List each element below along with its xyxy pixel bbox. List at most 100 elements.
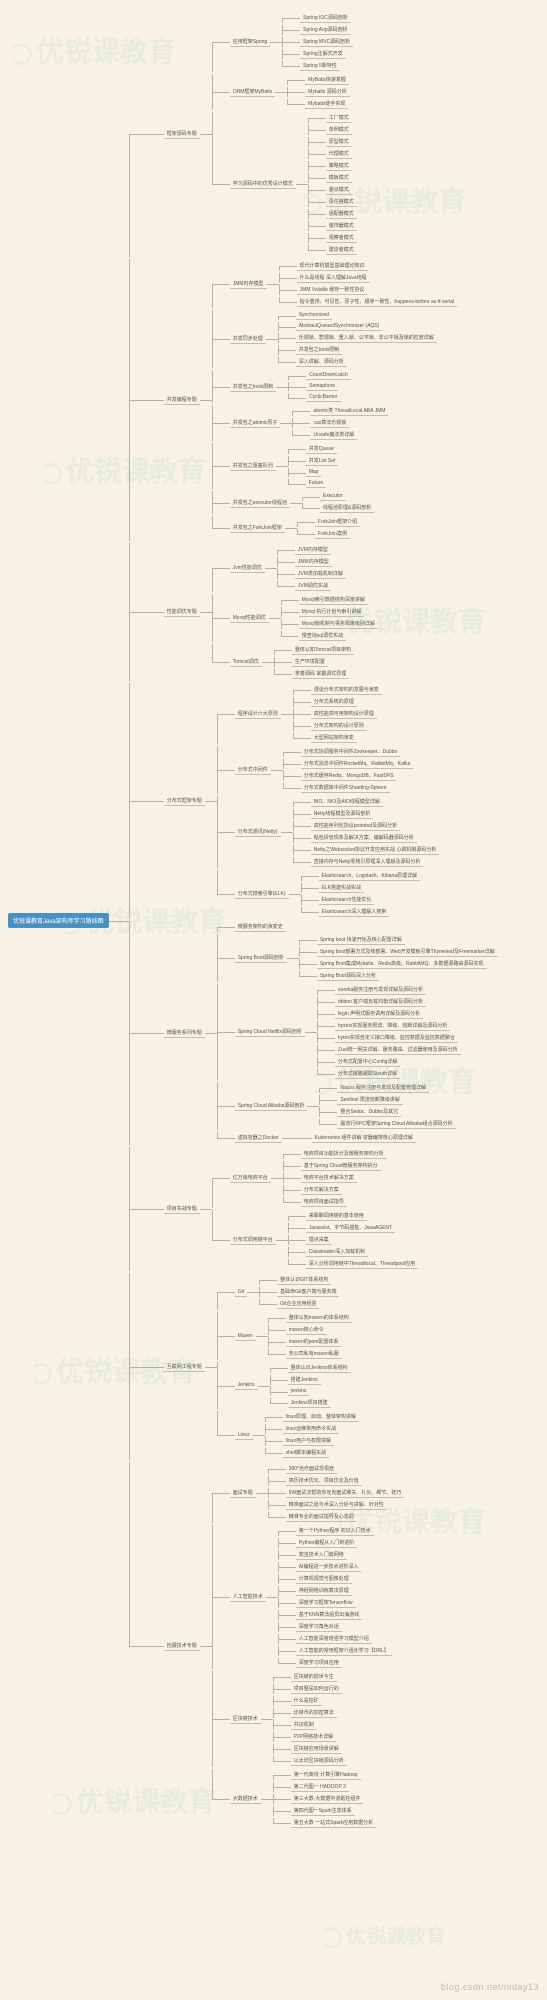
mindmap-node: fegin 声明式服务调用详解及源码分析 — [335, 1009, 461, 1019]
node-label: 微服务架构的演变史 — [235, 922, 286, 932]
node-label: CyclicBarrier — [306, 393, 340, 402]
node-label: 线程池原理&源码剖析 — [320, 503, 374, 513]
mindmap-node: Jvm性能调优JVM内存模型JMM内存模型JVM类加载机制详解JVM调优实战 — [230, 544, 378, 592]
mindmap-node: Elasticsearch深入理解入搜索 — [319, 907, 421, 917]
mindmap-node: 并发包之atomic原子atomic类 ThreadLocal ABA JMMc… — [230, 405, 457, 441]
node-label: Mysql性能调优 — [230, 613, 269, 623]
node-label: Spring注解式开发 — [300, 49, 345, 59]
mindmap-node: 并发包之ForkJoin框架ForkJoin框架介绍ForkJoin案例 — [230, 516, 457, 540]
mindmap-node: 深入讲解、源码分析 — [296, 357, 437, 367]
mindmap-node: 整体认知Tomcat项目架构 — [292, 645, 354, 655]
node-label: JVM类加载机制详解 — [295, 569, 346, 579]
mindmap-node: 微服务系列专题微服务架构的演变史Spring Boot源码剖析Spring bo… — [164, 921, 498, 1145]
mindmap-node: 性能调优专题Jvm性能调优JVM内存模型JMM内存模型JVM类加载机制详解JVM… — [164, 543, 498, 681]
mindmap-node: 高性能高可用架构设计原理 — [311, 709, 382, 719]
node-label: AbstractQueuedSynchronizer (AQS) — [296, 322, 383, 331]
node-label: 分布式框架专题 — [164, 796, 205, 806]
node-label: 深入分析调用链中Threadlocal、Threadpool应用 — [306, 1259, 418, 1269]
mindmap-node: hystrix实现服务限流、降级、熔断详解及源码分析 — [335, 1021, 461, 1031]
mindmap-node: 共识机制 — [291, 1720, 347, 1730]
node-label: 分布式数据库中间件Sharding-Sphere — [301, 783, 390, 793]
node-label: 共识机制 — [291, 1720, 317, 1730]
mindmap-node: 爬虫技术入门篇网络 — [296, 1550, 392, 1560]
watermark-text: 优锐课教育 — [346, 1926, 446, 1948]
node-label: 装饰器模式 — [326, 221, 357, 231]
node-label: 分布式配置中心Config详解 — [335, 1057, 400, 1067]
node-label: Elasticsearch深入理解入搜索 — [319, 907, 390, 917]
mindmap-node: JVM类加载机制详解 — [295, 569, 346, 579]
node-label: 并发List Set — [306, 456, 339, 466]
mindmap-node: 第三大数-大数据中流砥柱组件 — [291, 1794, 376, 1804]
node-label: 以太坊区块链源码分析 — [291, 1756, 347, 1766]
mindmap-node: 埋点采集 — [306, 1235, 418, 1245]
mindmap-node: 第五大数 一站式Spark应用数据分析 — [291, 1818, 376, 1828]
node-label: 电商项目功能拆分及微服务架构分析 — [301, 1149, 387, 1159]
node-label: Jenkins — [235, 1381, 258, 1390]
node-label: Spring Aop源码剖析 — [300, 25, 350, 35]
node-label: 工厂模式 — [326, 113, 352, 123]
mindmap-node: Mybatis徒手实现 — [305, 99, 350, 109]
mindmap-node: 并发编程专题JMM内存模型现代计算机模型基础理论知识什么是线程 深入理解Java… — [164, 259, 498, 541]
mindmap-node: 第二代图一 HADOOP 2 — [291, 1782, 376, 1792]
node-label: Elasticsearch性能优化 — [319, 895, 375, 905]
node-label: 责任链模式 — [326, 197, 357, 207]
mindmap-node: 整合Seata、Dubbo及其它 — [337, 1107, 455, 1117]
mindmap-node: 深度学习项目应用 — [296, 1658, 392, 1668]
mindmap-node: Spring注解式开发 — [300, 49, 353, 59]
node-label: 高性能序列化协议protobuf及源码分析 — [311, 821, 400, 831]
node-label: 分布式搜索引擎(ELK) — [235, 889, 289, 899]
mindmap-node: 亿万级电商平台电商项目功能拆分及微服务架构分析基于Spring Cloud微服务… — [230, 1148, 418, 1208]
node-label: 生产环境配置 — [292, 657, 328, 667]
node-label: 区块链的前世今生 — [291, 1672, 337, 1682]
mindmap-node: 务公司私有maven私服 — [286, 1349, 352, 1359]
watermark: 优锐课教育 — [320, 1920, 446, 1949]
mindmap-node: 计算机视觉与图像处理 — [296, 1574, 392, 1584]
node-label: 深入讲解、源码分析 — [296, 357, 347, 367]
node-label: 整体认知Tomcat项目架构 — [292, 645, 354, 655]
node-label: Spring Cloud Alibaba源码剖析 — [235, 1101, 308, 1111]
mindmap-node: 拿着源码 掌握调优原理 — [292, 669, 354, 679]
mindmap-node: 5W面试法帮助你攻克面试难关、礼仪、细节、技巧 — [286, 1488, 405, 1498]
mindmap-node: 简历技术优化、项目优化及价值 — [286, 1476, 405, 1486]
node-label: 计算机视觉与图像处理 — [296, 1574, 352, 1584]
node-label: cas算法乐观锁 — [310, 418, 349, 428]
mindmap-node: Mysql性能调优Mysql索引数据结构深度讲解Mysql 执行计划与索引讲解M… — [230, 594, 378, 642]
mindmap-node: 基础命Git客户端与服务端 — [277, 1287, 339, 1297]
mindmap-node: P2P网络技术详解 — [291, 1732, 347, 1742]
mindmap-node: 适配器模式 — [326, 209, 357, 219]
mindmap-node: Netty线程模型及源码剖析 — [311, 809, 440, 819]
node-label: 埋点采集 — [306, 1235, 332, 1245]
node-label: jenkins — [288, 1387, 310, 1396]
node-label: 项目整是如何运行的 — [291, 1684, 342, 1694]
node-label: 爬虫技术入门篇网络 — [296, 1550, 347, 1560]
node-label: Jenkins项目搭建 — [288, 1398, 331, 1408]
logo-icon — [320, 1927, 342, 1949]
node-label: 并发包之阻塞队列 — [230, 461, 276, 471]
node-label: 虚拟容器之Docker — [235, 1133, 282, 1143]
mindmap-node: 什么是线程 深入理解Java线程 — [297, 273, 457, 283]
node-label: Mysql 执行计划与索引讲解 — [299, 607, 364, 617]
mindmap-node: 基于Spring Cloud微服务架构拆分 — [301, 1161, 387, 1171]
mindmap-node: maven的pom配置体系 — [286, 1337, 352, 1347]
node-label: Sentinel 限流熔断降级讲解 — [337, 1095, 402, 1105]
mindmap-node: Mysql索引数据结构深度讲解 — [299, 595, 378, 605]
mindmap-node: 搭建Jenkins — [288, 1375, 351, 1385]
node-label: 互联网工程专题 — [164, 1362, 205, 1372]
mindmap-node: 分布式中间件分布式协调服务中间件Zookeeper、Dubbo分布式消息中间件R… — [235, 746, 440, 794]
node-label: 精准专业的面试指导及心态调 — [286, 1512, 357, 1522]
mindmap-node: 并发包之阻塞队列并发Queue并发List SetMapFuture — [230, 443, 457, 489]
mindmap-node: 粘包拆包现象及解决方案、编解码器源码分析 — [311, 833, 440, 843]
mindmap-node: Jenkins 整体认识Jenkins体系结构搭建Jenkins jenkins Je… — [235, 1362, 359, 1409]
mindmap-node: 观察者模式 — [326, 233, 357, 243]
node-label: 整体认识Jenkins体系结构 — [288, 1363, 351, 1373]
mindmap-node: Sentinel 限流熔断降级讲解 — [337, 1095, 455, 1105]
node-label: 务公司私有maven私服 — [286, 1349, 342, 1359]
node-label: 拓展技术专题 — [164, 1641, 200, 1651]
mindmap-node: 面试专题360°治疗面试恐惧症简历技术优化、项目优化及价值5W面试法帮助你攻克面… — [230, 1463, 405, 1523]
node-label: 5W面试法帮助你攻克面试难关、礼仪、细节、技巧 — [286, 1488, 405, 1498]
mindmap-node: 整体认知maven的体系结构 — [286, 1313, 352, 1323]
mindmap-node: Spring Cloud Alibaba源码剖析Nacos 服务注册与发现及配置… — [235, 1082, 498, 1130]
node-label: Kubernetes 组件讲解 容器编排核心原理详解 — [312, 1133, 416, 1143]
node-label: Mysql索引数据结构深度讲解 — [299, 595, 368, 605]
mindmap-node: Spring IOC源码剖析 — [300, 13, 353, 23]
